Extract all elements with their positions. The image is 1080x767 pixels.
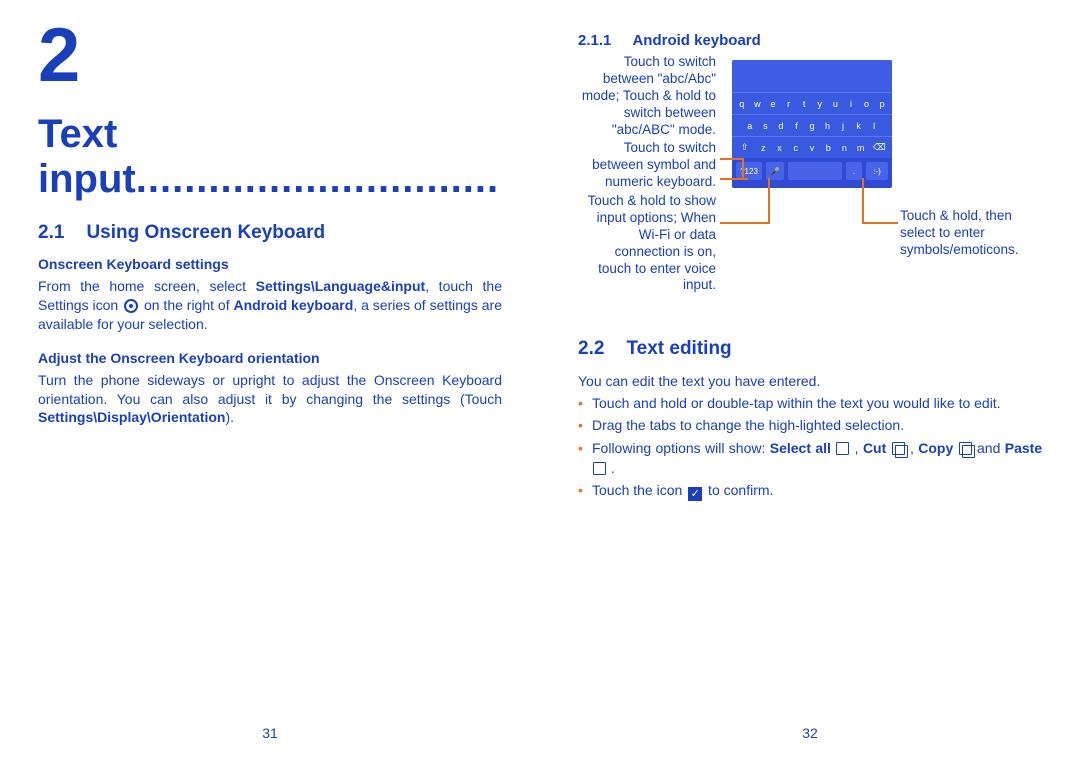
section-number: 2.1 bbox=[38, 222, 82, 244]
keyboard-screen: q w e r t y u i o p a s d f g h bbox=[732, 60, 892, 188]
callouts-left: Touch to switch between "abc/Abc" mode; … bbox=[578, 54, 720, 296]
callout-abc-mode: Touch to switch between "abc/Abc" mode; … bbox=[578, 54, 716, 138]
bullet-3: • Following options will show: Select al… bbox=[578, 438, 1042, 479]
bullet-icon: • bbox=[578, 438, 592, 479]
text-editing-intro: You can edit the text you have entered. bbox=[578, 372, 1042, 391]
subsection-number: 2.1.1 bbox=[578, 32, 628, 49]
confirm-check-icon: ✓ bbox=[688, 487, 702, 501]
manual-page-right: 2.1.1 Android keyboard Touch to switch b… bbox=[540, 0, 1080, 767]
chapter-title: Text input.............................. bbox=[38, 112, 502, 202]
callout-line bbox=[720, 222, 768, 224]
callout-line bbox=[862, 222, 898, 224]
chapter-number: 2 bbox=[38, 18, 80, 94]
keyboard-row-2: a s d f g h j k l bbox=[732, 114, 892, 136]
cut-icon bbox=[892, 442, 905, 455]
bullet-icon: • bbox=[578, 480, 592, 501]
section-title: Text editing bbox=[626, 338, 731, 360]
keyboard-diagram: Touch to switch between "abc/Abc" mode; … bbox=[578, 54, 1042, 296]
keyboard-row-bottom: ?123 🎤 . :-) bbox=[732, 158, 892, 184]
section-title: Using Onscreen Keyboard bbox=[86, 222, 325, 244]
period-key: . bbox=[846, 162, 862, 180]
callout-line bbox=[720, 158, 742, 160]
callout-line bbox=[862, 178, 864, 224]
subsection-title: Android keyboard bbox=[632, 32, 760, 49]
keyboard-row-1: q w e r t y u i o p bbox=[732, 92, 892, 114]
emoticon-key: :-) bbox=[866, 162, 888, 180]
callout-line bbox=[768, 178, 770, 224]
select-all-icon bbox=[836, 442, 849, 455]
subheading-onscreen-settings: Onscreen Keyboard settings bbox=[38, 256, 502, 272]
callouts-right: Touch & hold, then select to enter symbo… bbox=[894, 208, 1040, 259]
manual-page-left: 2 Text input............................… bbox=[0, 0, 540, 767]
keyboard-row-3: ⇧ z x c v b n m ⌫ bbox=[732, 136, 892, 158]
bullet-icon: • bbox=[578, 393, 592, 413]
chapter-header: 2 Text input............................… bbox=[38, 18, 502, 202]
callout-symbol-numeric: Touch to switch between symbol and numer… bbox=[578, 140, 716, 191]
para-orientation: Turn the phone sideways or upright to ad… bbox=[38, 371, 502, 428]
section-number: 2.2 bbox=[578, 338, 622, 360]
section-2-1-header: 2.1 Using Onscreen Keyboard bbox=[38, 222, 502, 244]
bullet-icon: • bbox=[578, 415, 592, 435]
bullet-2: • Drag the tabs to change the high-light… bbox=[578, 415, 1042, 435]
callout-line bbox=[720, 178, 748, 180]
callout-line bbox=[742, 158, 744, 178]
space-key bbox=[788, 162, 842, 180]
section-2-2-header: 2.2 Text editing bbox=[578, 338, 1042, 360]
subheading-orientation: Adjust the Onscreen Keyboard orientation bbox=[38, 350, 502, 366]
bullet-4: • Touch the icon ✓ to confirm. bbox=[578, 480, 1042, 501]
para-onscreen-settings: From the home screen, select Settings\La… bbox=[38, 277, 502, 334]
callout-symbols-emoticons: Touch & hold, then select to enter symbo… bbox=[900, 208, 1040, 259]
shift-key-icon: ⇧ bbox=[736, 142, 754, 153]
keyboard-graphic: q w e r t y u i o p a s d f g h bbox=[722, 54, 894, 244]
page-number-left: 31 bbox=[262, 725, 278, 741]
page-number-right: 32 bbox=[802, 725, 818, 741]
gear-icon bbox=[124, 299, 138, 313]
bullet-1: • Touch and hold or double-tap within th… bbox=[578, 393, 1042, 413]
subsection-2-1-1-header: 2.1.1 Android keyboard bbox=[578, 32, 1042, 50]
delete-key-icon: ⌫ bbox=[870, 142, 888, 153]
paste-icon bbox=[593, 462, 606, 475]
callout-input-options: Touch & hold to show input options; When… bbox=[578, 193, 716, 294]
copy-icon bbox=[959, 442, 972, 455]
